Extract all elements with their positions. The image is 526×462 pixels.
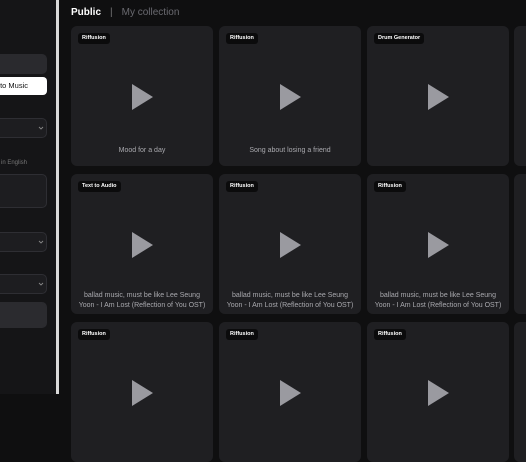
sound-card-partial[interactable] [514, 322, 526, 462]
model-badge: Riffusion [226, 33, 258, 44]
model-badge: Riffusion [374, 329, 406, 340]
tab-separator: | [110, 7, 113, 18]
chevron-down-icon [38, 281, 44, 287]
sound-card-partial[interactable] [514, 26, 526, 166]
mode-button[interactable]: to Music [0, 77, 47, 95]
gallery: Public | My collection Riffusion Mood for … [59, 0, 526, 462]
sound-card[interactable]: Text to Audio ballad music, must be like… [71, 174, 213, 314]
card-caption: Mood for a day [118, 147, 166, 154]
model-badge: Riffusion [226, 329, 258, 340]
sound-card-partial[interactable] [514, 174, 526, 314]
generate-button[interactable] [0, 302, 47, 328]
model-badge: Drum Generator [374, 33, 425, 44]
chevron-down-icon [38, 125, 44, 131]
play-icon[interactable] [278, 83, 302, 111]
model-badge: Riffusion [78, 33, 110, 44]
play-icon[interactable] [130, 379, 154, 407]
option-select[interactable] [0, 232, 47, 252]
model-select[interactable] [0, 118, 47, 138]
settings-panel: to Music in English [0, 0, 56, 394]
model-badge: Riffusion [78, 329, 110, 340]
sound-card[interactable]: Riffusion Mood for a day [71, 26, 213, 166]
sound-card[interactable]: Drum Generator [367, 26, 509, 166]
card-caption: Song about losing a friend [249, 147, 331, 154]
play-icon[interactable] [426, 379, 450, 407]
sound-card[interactable]: Riffusion [219, 322, 361, 462]
sound-card[interactable]: Riffusion [71, 322, 213, 462]
sound-card[interactable]: Riffusion Song about losing a friend [219, 26, 361, 166]
top-button[interactable] [0, 54, 47, 74]
card-caption: ballad music, must be like Lee Seung Yoo… [226, 292, 354, 309]
card-caption: ballad music, must be like Lee Seung Yoo… [78, 292, 206, 309]
play-icon[interactable] [278, 379, 302, 407]
play-icon[interactable] [278, 231, 302, 259]
option-select-2[interactable] [0, 274, 47, 294]
model-badge: Text to Audio [78, 181, 121, 192]
sound-card[interactable]: Riffusion [367, 322, 509, 462]
tab-public[interactable]: Public [71, 7, 101, 18]
model-badge: Riffusion [226, 181, 258, 192]
gallery-tabs: Public | My collection [71, 6, 179, 20]
prompt-textarea[interactable] [0, 174, 47, 208]
sound-card[interactable]: Riffusion ballad music, must be like Lee… [219, 174, 361, 314]
model-badge: Riffusion [374, 181, 406, 192]
tab-my-collection[interactable]: My collection [122, 7, 180, 18]
play-icon[interactable] [130, 83, 154, 111]
play-icon[interactable] [426, 83, 450, 111]
chevron-down-icon [38, 239, 44, 245]
prompt-hint: in English [1, 160, 28, 166]
card-caption: ballad music, must be like Lee Seung Yoo… [374, 292, 502, 309]
play-icon[interactable] [426, 231, 450, 259]
play-icon[interactable] [130, 231, 154, 259]
sound-card[interactable]: Riffusion ballad music, must be like Lee… [367, 174, 509, 314]
